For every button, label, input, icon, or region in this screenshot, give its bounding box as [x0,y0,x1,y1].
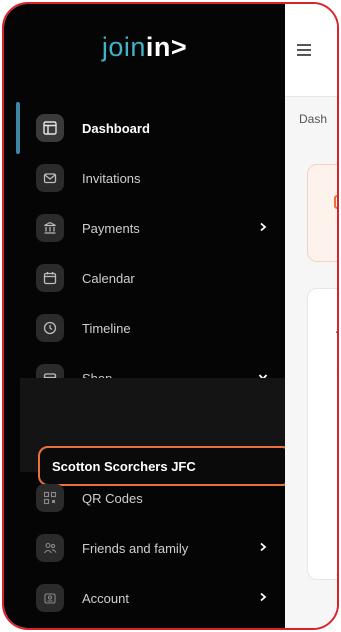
chevron-right-icon [260,592,267,602]
sidebar-item-label: Friends and family [82,540,189,556]
dashboard-icon [36,114,64,142]
sidebar-item-timeline[interactable]: Timeline [36,310,276,346]
chevron-right-icon [260,542,267,552]
notice-card [307,164,337,262]
sidebar-item-label: Account [82,590,129,606]
sidebar-item-label: QR Codes [82,490,143,506]
divider [336,373,337,374]
divider [336,575,337,576]
account-icon [36,584,64,612]
breadcrumb[interactable]: Dash [299,112,327,126]
sidebar-item-dashboard[interactable]: Dashboard [36,110,276,146]
people-icon [36,534,64,562]
checkbox-icon [334,195,337,209]
sidebar-item-label: Invitations [82,170,141,186]
top-bar [285,4,337,97]
sidebar-item-account[interactable]: Account [36,580,276,616]
sidebar-item-label: Timeline [82,320,131,336]
bank-icon [36,214,64,242]
logo-part-2: in [145,32,171,62]
sidebar-item-friends-and-family[interactable]: Friends and family [36,530,276,566]
card-tab-edge [338,351,339,367]
calendar-icon [36,264,64,292]
sidebar-item-label: Dashboard [82,120,150,136]
active-indicator [16,102,20,154]
qr-code-icon [36,484,64,512]
sidebar-item-calendar[interactable]: Calendar [36,260,276,296]
device-frame: joinin> Dashboard Invitations Payments C… [2,2,339,630]
main-content: Dash A [285,4,337,628]
sidebar-item-invitations[interactable]: Invitations [36,160,276,196]
sidebar-item-label: Payments [82,220,140,236]
mail-icon [36,164,64,192]
sidebar-item-qr-codes[interactable]: QR Codes [36,480,276,516]
logo-part-3: > [170,32,188,62]
sidebar-item-label: Calendar [82,270,135,286]
content-card: A [307,288,339,580]
menu-icon[interactable] [297,44,311,59]
app-logo[interactable]: joinin> [4,32,285,63]
logo-part-1: join [101,32,146,62]
chevron-right-icon [260,222,267,232]
clock-icon [36,314,64,342]
card-title: A [336,321,337,336]
sidebar-item-payments[interactable]: Payments [36,210,276,246]
